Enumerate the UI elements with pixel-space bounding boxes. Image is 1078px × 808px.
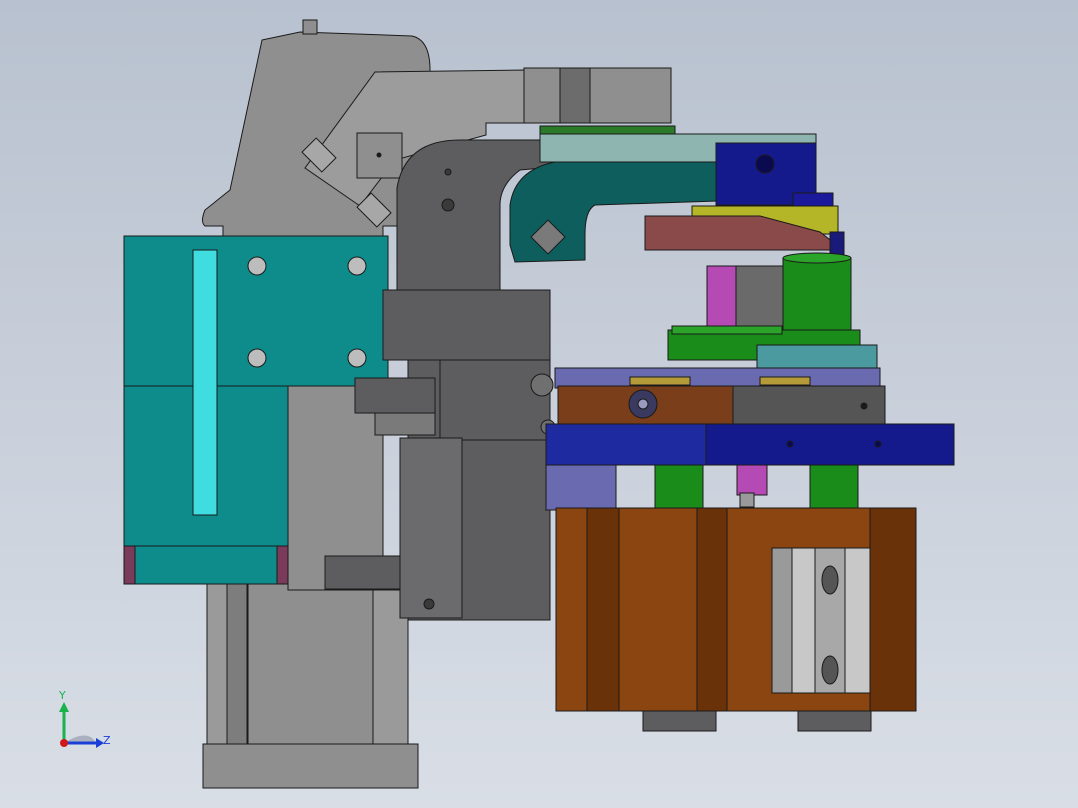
bolt-dark-2[interactable] bbox=[444, 168, 452, 176]
navy-bar-left[interactable] bbox=[545, 423, 707, 466]
gray-spacer[interactable] bbox=[324, 555, 411, 590]
socket-bolt-inner bbox=[637, 398, 649, 410]
hex-nut-assembly[interactable] bbox=[354, 377, 436, 414]
slider-hole-bottom[interactable] bbox=[821, 655, 839, 685]
bracket-lower[interactable] bbox=[399, 437, 463, 619]
guide-rod-left-inner bbox=[226, 582, 248, 745]
navy-bar-hole-1[interactable] bbox=[786, 440, 794, 448]
center-dot bbox=[376, 152, 382, 158]
base-foot[interactable] bbox=[202, 743, 419, 789]
slider-hole-top[interactable] bbox=[821, 565, 839, 595]
navy-bar-hole-2[interactable] bbox=[874, 440, 882, 448]
gold-disc-1 bbox=[629, 376, 691, 386]
x-axis-dot-icon bbox=[60, 739, 68, 747]
bolt-dark-1[interactable] bbox=[441, 198, 455, 212]
teal-hole-2[interactable] bbox=[347, 256, 367, 276]
arm-block-slot bbox=[559, 67, 591, 124]
bolt-dark-3[interactable] bbox=[530, 373, 554, 397]
cad-viewport[interactable]: Y Z bbox=[0, 0, 1078, 808]
green-strip-top bbox=[539, 125, 676, 135]
orange-block-edge-mid bbox=[696, 507, 728, 712]
navy-hole[interactable] bbox=[755, 154, 775, 174]
orange-block-edge-right bbox=[869, 507, 917, 712]
teal-light-strip bbox=[192, 249, 218, 516]
dark-side-plate[interactable] bbox=[439, 359, 551, 441]
green-post-left[interactable] bbox=[654, 464, 704, 511]
y-axis-label: Y bbox=[58, 689, 66, 702]
foot-left[interactable] bbox=[642, 710, 717, 732]
bolt-dark-5[interactable] bbox=[423, 598, 435, 610]
foot-right[interactable] bbox=[797, 710, 872, 732]
teal-hole-1[interactable] bbox=[247, 256, 267, 276]
green-post-right[interactable] bbox=[809, 464, 859, 511]
hex-nut-stem[interactable] bbox=[374, 412, 436, 436]
guide-rod-left[interactable] bbox=[206, 582, 228, 745]
z-axis-label: Z bbox=[103, 734, 111, 747]
lower-column[interactable] bbox=[247, 579, 374, 745]
top-knob[interactable] bbox=[302, 19, 318, 35]
teal-hole-4[interactable] bbox=[347, 348, 367, 368]
teal-foot-right-pad bbox=[276, 545, 289, 585]
gold-disc-2 bbox=[759, 376, 811, 386]
teal-hole-3[interactable] bbox=[247, 348, 267, 368]
slate-block-lower[interactable] bbox=[545, 464, 617, 511]
small-bolt[interactable] bbox=[739, 492, 755, 508]
slate-blue-plate[interactable] bbox=[554, 367, 881, 389]
teal-foot-left-pad bbox=[123, 545, 136, 585]
arm-block[interactable] bbox=[523, 67, 672, 124]
orange-block-edge-left bbox=[586, 507, 620, 712]
dark-block-plate[interactable] bbox=[382, 289, 551, 361]
green-flange-top bbox=[671, 325, 783, 335]
slider-rail[interactable] bbox=[771, 547, 793, 694]
gray-plate-hole[interactable] bbox=[860, 402, 868, 410]
teal-foot[interactable] bbox=[123, 545, 289, 585]
gray-block-behind[interactable] bbox=[735, 265, 787, 332]
magenta-post[interactable] bbox=[736, 464, 768, 496]
green-cylinder-top bbox=[782, 252, 852, 264]
